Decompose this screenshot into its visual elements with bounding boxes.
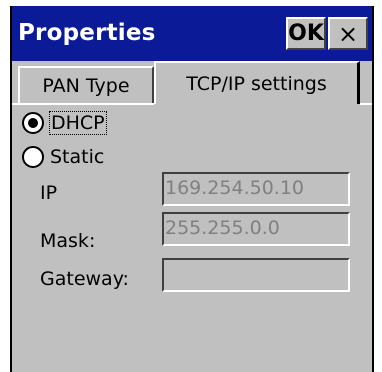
- properties-dialog: Properties OK × PAN Type TCP/IP settings…: [10, 6, 374, 372]
- gateway-label: Gateway:: [40, 268, 129, 290]
- static-label[interactable]: Static: [50, 146, 104, 168]
- title-bar: Properties OK ×: [12, 6, 372, 61]
- ok-button[interactable]: OK: [286, 17, 326, 50]
- mask-field[interactable]: 255.255.0.0: [162, 212, 350, 246]
- tab-divider: [12, 103, 154, 105]
- static-radio[interactable]: [22, 146, 44, 168]
- close-icon: ×: [337, 19, 359, 48]
- gateway-field[interactable]: [162, 258, 350, 292]
- tab-divider-right: [360, 103, 372, 105]
- ip-field[interactable]: 169.254.50.10: [162, 172, 350, 206]
- close-button[interactable]: ×: [328, 17, 368, 50]
- tab-pan-type[interactable]: PAN Type: [18, 66, 154, 103]
- radio-selected-dot: [28, 118, 38, 128]
- dhcp-label[interactable]: DHCP: [49, 111, 107, 135]
- ip-label: IP: [40, 182, 58, 204]
- tab-tcp-ip-settings[interactable]: TCP/IP settings: [154, 61, 360, 104]
- mask-label: Mask:: [40, 230, 96, 252]
- dialog-title: Properties: [18, 20, 156, 46]
- dhcp-radio[interactable]: [22, 112, 44, 134]
